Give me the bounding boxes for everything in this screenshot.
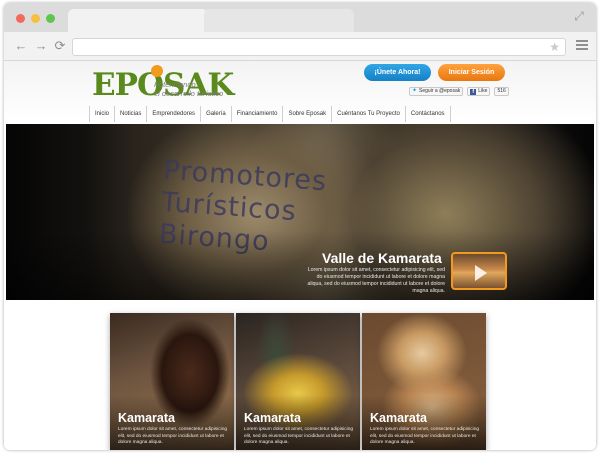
web-page: EPOSAK Potenciando el desarrollo turísti…	[4, 61, 596, 450]
twitter-follow-button[interactable]: ✦ Seguir a @eposak	[409, 87, 464, 96]
browser-tab-active[interactable]	[68, 9, 208, 32]
play-icon	[475, 265, 487, 281]
card-text: Lorem ipsum dolor sit amet, consectetur …	[244, 427, 354, 445]
minimize-window-button[interactable]	[31, 14, 40, 23]
card-text: Lorem ipsum dolor sit amet, consectetur …	[370, 427, 480, 445]
maximize-window-button[interactable]	[46, 14, 55, 23]
address-bar[interactable]: ★	[72, 38, 566, 56]
hero-description: Lorem ipsum dolor sit amet, consectetur …	[307, 267, 445, 294]
facebook-icon: f	[470, 88, 477, 95]
feature-card[interactable]: Kamarata Lorem ipsum dolor sit amet, con…	[110, 313, 234, 450]
card-title: Kamarata	[244, 411, 301, 425]
logo-sun-icon	[151, 65, 163, 77]
like-count: 516	[494, 87, 509, 96]
facebook-like-button[interactable]: f Like	[467, 87, 491, 96]
nav-item-contactanos[interactable]: Contáctanos	[406, 106, 451, 122]
site-tagline: Potenciando el desarrollo turístico	[154, 80, 223, 98]
join-now-button[interactable]: ¡Únete Ahora!	[364, 64, 431, 81]
browser-toolbar: ← → ⟳ ★	[4, 32, 596, 61]
nav-item-financiamiento[interactable]: Financiamiento	[232, 106, 284, 122]
card-title: Kamarata	[118, 411, 175, 425]
nav-item-cuentanos[interactable]: Cuéntanos Tu Proyecto	[332, 106, 406, 122]
login-button[interactable]: Iniciar Sesión	[438, 64, 505, 81]
hero-video-thumbnail[interactable]	[451, 252, 507, 290]
nav-item-galeria[interactable]: Galería	[201, 106, 232, 122]
social-buttons: ✦ Seguir a @eposak f Like 516	[409, 87, 509, 96]
nav-item-sobre-eposak[interactable]: Sobre Eposak	[283, 106, 333, 122]
back-arrow-icon[interactable]: ←	[14, 39, 28, 53]
card-text: Lorem ipsum dolor sit amet, consectetur …	[118, 427, 228, 445]
nav-item-noticias[interactable]: Noticias	[115, 106, 148, 122]
reload-icon[interactable]: ⟳	[53, 39, 67, 53]
hero-title: Valle de Kamarata	[322, 250, 442, 266]
feature-card[interactable]: Kamarata Lorem ipsum dolor sit amet, con…	[362, 313, 486, 450]
tab-bar: ⤢	[4, 3, 596, 32]
forward-arrow-icon[interactable]: →	[34, 39, 48, 53]
hamburger-menu-icon[interactable]	[576, 40, 588, 52]
facebook-like-label: Like	[478, 88, 488, 94]
twitter-bird-icon: ✦	[412, 88, 418, 94]
feature-cards: Kamarata Lorem ipsum dolor sit amet, con…	[110, 313, 488, 450]
tagline-line-1: Potenciando	[154, 80, 196, 89]
feature-card[interactable]: Kamarata Lorem ipsum dolor sit amet, con…	[236, 313, 360, 450]
nav-item-inicio[interactable]: Inicio	[90, 106, 116, 122]
expand-icon[interactable]: ⤢	[572, 9, 586, 23]
tagline-line-2: el desarrollo turístico	[154, 89, 224, 98]
browser-tab-new[interactable]	[204, 9, 354, 32]
close-window-button[interactable]	[16, 14, 25, 23]
nav-item-emprendedores[interactable]: Emprendedores	[147, 106, 202, 122]
hero-banner[interactable]: Promotores Turísticos Birongo Valle de K…	[6, 124, 594, 300]
star-icon[interactable]: ★	[549, 40, 560, 54]
browser-window: ⤢ ← → ⟳ ★ EPOSAK Potenciando el desarrol…	[4, 3, 596, 450]
twitter-follow-label: Seguir a @eposak	[419, 88, 461, 94]
card-title: Kamarata	[370, 411, 427, 425]
main-nav: Inicio Noticias Emprendedores Galería Fi…	[89, 106, 517, 122]
